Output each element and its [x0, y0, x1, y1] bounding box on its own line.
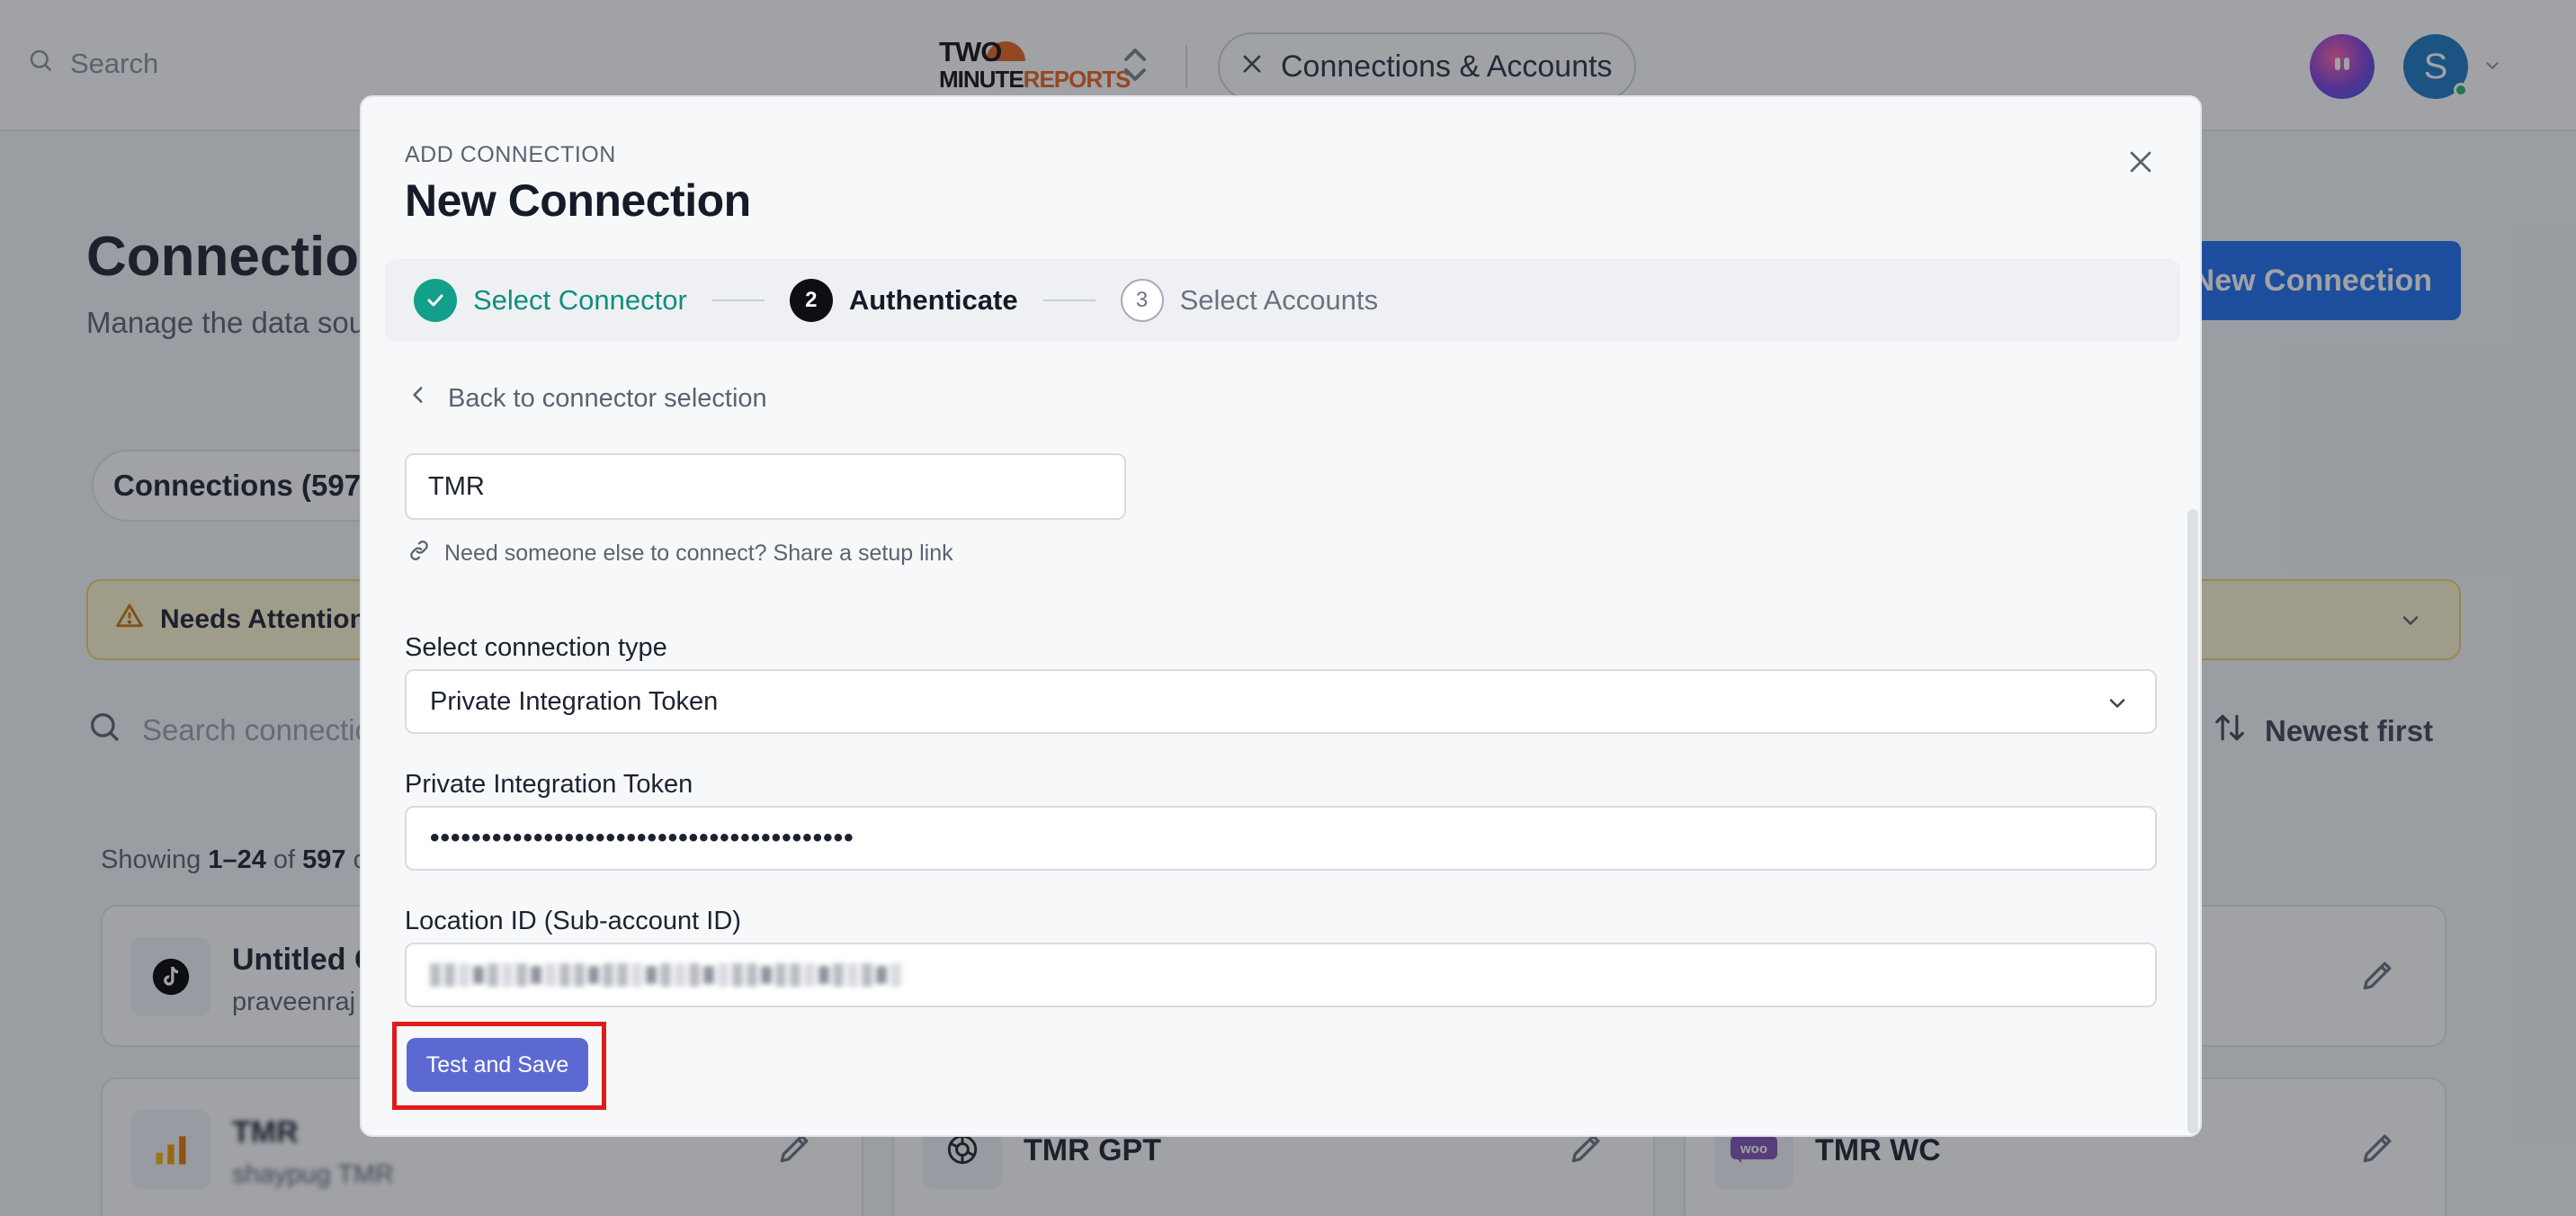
close-dialog-button[interactable] — [2121, 144, 2160, 183]
step-select-accounts: 3 Select Accounts — [1120, 279, 1379, 322]
token-label: Private Integration Token — [405, 770, 693, 799]
connection-type-label: Select connection type — [405, 633, 667, 662]
share-link-label: Need someone else to connect? Share a se… — [444, 541, 953, 566]
chevron-left-icon — [408, 383, 428, 414]
link-icon — [407, 538, 432, 569]
step-select-connector[interactable]: Select Connector — [414, 279, 687, 322]
back-to-connector-link[interactable]: Back to connector selection — [408, 383, 767, 414]
step-connector-line — [711, 300, 765, 301]
location-id-label: Location ID (Sub-account ID) — [405, 907, 741, 935]
dialog-kicker: ADD CONNECTION — [405, 142, 616, 167]
step-label: Select Accounts — [1179, 284, 1379, 316]
step-number: 3 — [1120, 279, 1164, 322]
connection-name-input[interactable] — [405, 453, 1126, 520]
token-input[interactable]: ••••••••••••••••••••••••••••••••••••••••… — [405, 806, 2157, 871]
pixelated-value — [430, 963, 901, 987]
step-connector-line — [1042, 300, 1096, 301]
chevron-down-icon — [2105, 691, 2130, 723]
step-number: 2 — [789, 279, 833, 322]
connection-type-value: Private Integration Token — [430, 686, 719, 716]
checkmark-icon — [414, 279, 457, 322]
test-and-save-button[interactable]: Test and Save — [407, 1038, 588, 1092]
close-icon — [2125, 147, 2156, 182]
token-masked-value: ••••••••••••••••••••••••••••••••••••••••… — [430, 823, 854, 853]
stepper: Select Connector 2 Authenticate 3 Select… — [385, 259, 2180, 342]
step-authenticate: 2 Authenticate — [789, 279, 1018, 322]
step-label: Authenticate — [848, 284, 1018, 316]
step-label: Select Connector — [473, 284, 687, 316]
dialog-title: New Connection — [405, 175, 751, 226]
back-link-label: Back to connector selection — [448, 383, 767, 413]
new-connection-dialog: ADD CONNECTION New Connection Select Con… — [360, 95, 2202, 1137]
dialog-scrollbar[interactable] — [2187, 509, 2198, 1133]
share-setup-link[interactable]: Need someone else to connect? Share a se… — [407, 538, 953, 569]
location-id-input[interactable] — [405, 943, 2157, 1007]
connection-type-select[interactable]: Private Integration Token — [405, 669, 2157, 734]
